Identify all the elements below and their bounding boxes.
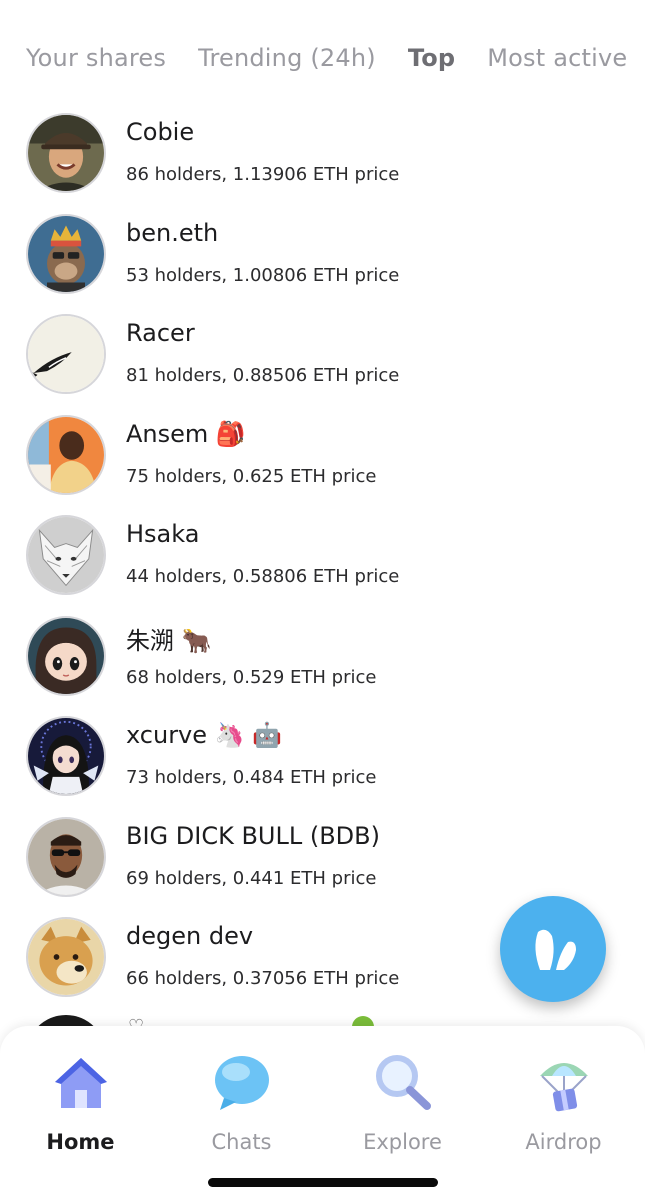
user-name: Cobie [126,118,195,146]
avatar[interactable] [26,716,106,796]
nav-explore-label: Explore [363,1130,442,1154]
user-name: Ansem 🎒 [126,419,246,448]
anime-girl-icon [28,617,104,694]
list-item[interactable]: xcurve 🦄 🤖 73 holders, 0.484 ETH price [0,713,645,814]
user-stats: 53 holders, 1.00806 ETH price [126,264,400,286]
list-item[interactable]: Cobie 86 holders, 1.13906 ETH price [0,110,645,211]
anime-girl-dark-icon [28,718,104,794]
avatar[interactable] [26,213,106,294]
nav-home[interactable]: Home [0,1026,161,1176]
avatar[interactable] [26,414,106,495]
user-stats: 75 holders, 0.625 ETH price [126,465,377,487]
user-stats: 68 holders, 0.529 ETH price [126,666,377,688]
magnifier-icon [375,1055,431,1110]
list-item[interactable]: 朱溯 🐂 68 holders, 0.529 ETH price [0,613,645,714]
photo-man-sunglasses-icon [28,818,104,895]
user-name: ben.eth [126,218,219,247]
home-indicator [208,1178,438,1187]
ape-crown-icon [28,215,104,292]
user-name: degen dev [126,922,254,950]
nav-chats[interactable]: Chats [161,1026,322,1176]
tab-most-active[interactable]: Most active [487,44,627,72]
feed-tabs: Your shares Trending (24h) Top Most acti… [26,38,635,78]
avatar[interactable] [26,917,106,997]
user-stats: 81 holders, 0.88506 ETH price [126,365,400,386]
user-stats: 69 holders, 0.441 ETH price [126,867,377,889]
list-item[interactable]: Hsaka 44 holders, 0.58806 ETH price [0,512,645,613]
avatar[interactable] [26,615,106,696]
avatar[interactable] [26,816,106,897]
avatar[interactable] [26,314,106,394]
chat-bubble-icon [214,1056,269,1110]
bunny-ears-button[interactable] [500,896,606,1002]
list-item[interactable]: Ansem 🎒 75 holders, 0.625 ETH price [0,412,645,513]
user-name: 朱溯 🐂 [126,626,212,655]
user-name: Racer [126,319,195,347]
avatar[interactable] [26,113,106,193]
nav-home-label: Home [46,1130,115,1154]
list-item[interactable]: ben.eth 53 holders, 1.00806 ETH price [0,211,645,312]
user-stats: 66 holders, 0.37056 ETH price [126,968,400,989]
nav-explore[interactable]: Explore [322,1026,483,1176]
bunny-ears-icon [535,929,576,970]
ink-fish-icon [28,316,104,392]
nav-airdrop[interactable]: Airdrop [483,1026,644,1176]
house-icon [54,1058,107,1108]
nav-airdrop-label: Airdrop [525,1130,602,1154]
user-stats: 44 holders, 0.58806 ETH price [126,566,400,587]
user-stats: 86 holders, 1.13906 ETH price [126,164,400,185]
white-wolf-icon [28,517,104,593]
avatar[interactable] [26,515,106,595]
tab-your-shares[interactable]: Your shares [26,44,166,72]
user-name: xcurve 🦄 🤖 [126,721,283,749]
list-item[interactable]: Racer 81 holders, 0.88506 ETH price [0,311,645,412]
nav-chats-label: Chats [211,1130,272,1154]
user-list: Cobie 86 holders, 1.13906 ETH price ben.… [0,110,645,1015]
doge-icon [28,919,104,995]
photo-man-cap-icon [28,115,104,191]
user-stats: 73 holders, 0.484 ETH price [126,767,377,788]
user-name: BIG DICK BULL (BDB) [126,821,380,850]
user-name: Hsaka [126,520,200,548]
bottom-nav: Home Chats Explore Airdrop [0,1026,645,1200]
photo-man-orange-icon [28,416,104,493]
tab-trending[interactable]: Trending (24h) [198,44,376,72]
tab-top[interactable]: Top [408,44,455,72]
parachute-gift-icon [539,1063,588,1112]
